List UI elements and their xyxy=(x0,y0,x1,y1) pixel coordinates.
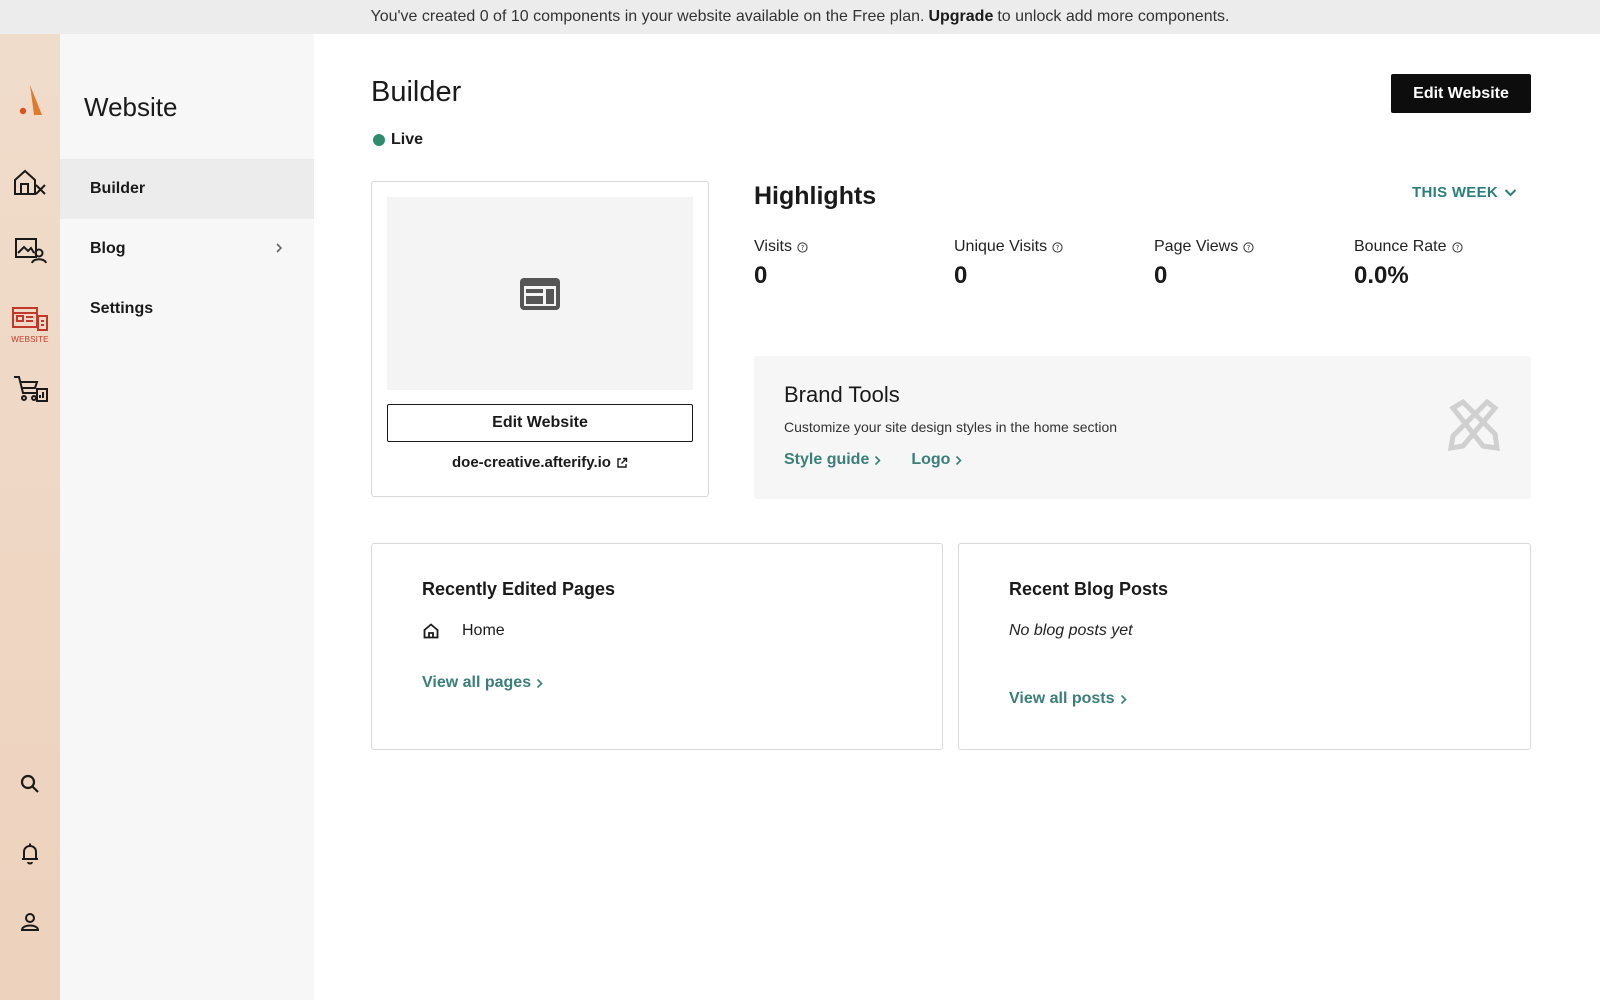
logo-link[interactable]: Logo xyxy=(911,451,963,469)
status-label: Live xyxy=(391,131,424,148)
metric-visits: Visits ? 0 xyxy=(754,238,934,290)
recent-posts-panel: Recent Blog Posts No blog posts yet View… xyxy=(958,543,1531,750)
help-icon[interactable]: ? xyxy=(1451,241,1463,253)
cart-stats-icon[interactable] xyxy=(0,368,60,408)
sidebar-item-label: Settings xyxy=(90,300,154,317)
metric-unique-visits: Unique Visits ? 0 xyxy=(954,238,1134,290)
period-dropdown[interactable]: THIS WEEK xyxy=(1412,184,1517,201)
svg-text:?: ? xyxy=(801,244,805,252)
sidebar-item-label: Blog xyxy=(90,240,126,257)
svg-text:?: ? xyxy=(1056,244,1060,252)
help-icon[interactable]: ? xyxy=(797,241,808,253)
chevron-right-icon xyxy=(956,455,963,465)
period-label: THIS WEEK xyxy=(1412,184,1499,201)
metric-value: 0 xyxy=(754,262,768,289)
list-item[interactable]: Home xyxy=(422,622,505,640)
upgrade-link[interactable]: Upgrade xyxy=(928,8,993,26)
edit-website-button[interactable]: Edit Website xyxy=(1391,74,1531,113)
style-guide-link[interactable]: Style guide xyxy=(784,451,881,469)
design-tools-icon xyxy=(1447,398,1500,452)
brand-tools-card: Brand Tools Customize your site design s… xyxy=(754,356,1531,499)
site-preview-card: Edit Website doe-creative.afterify.io xyxy=(371,181,709,497)
metric-value: 0.0% xyxy=(1354,262,1409,289)
home-icon xyxy=(423,623,439,639)
sidebar-item-builder[interactable]: Builder xyxy=(60,159,314,219)
metric-page-views: Page Views ? 0 xyxy=(1154,238,1334,290)
chevron-right-icon xyxy=(875,455,881,465)
svg-text:?: ? xyxy=(1247,244,1251,252)
metric-label: Visits xyxy=(754,238,792,255)
recent-pages-title: Recently Edited Pages xyxy=(422,579,616,599)
website-nav-item[interactable]: WEBSITE xyxy=(0,302,60,348)
svg-text:?: ? xyxy=(1455,244,1459,252)
chevron-right-icon xyxy=(537,678,543,688)
website-caption: WEBSITE xyxy=(11,335,49,344)
section-title: Website xyxy=(84,92,178,122)
view-all-posts-link[interactable]: View all posts xyxy=(1009,690,1127,708)
website-layout-icon xyxy=(520,277,560,310)
metric-label: Unique Visits xyxy=(954,238,1048,255)
chevron-right-icon xyxy=(276,243,283,253)
metric-value: 0 xyxy=(954,262,968,289)
media-user-icon[interactable] xyxy=(0,230,60,270)
empty-posts-message: No blog posts yet xyxy=(1009,622,1133,639)
link-label: View all pages xyxy=(422,674,532,691)
page-title: Builder xyxy=(371,76,462,108)
website-icon xyxy=(12,307,48,331)
highlights-title: Highlights xyxy=(754,182,877,210)
link-label: Logo xyxy=(911,451,951,468)
sidebar-item-blog[interactable]: Blog xyxy=(60,219,314,279)
help-icon[interactable]: ? xyxy=(1243,241,1254,253)
banner-suffix: to unlock add more components. xyxy=(997,8,1230,25)
chevron-down-icon xyxy=(1504,189,1517,197)
site-url-text: doe-creative.afterify.io xyxy=(452,454,611,471)
site-url-link[interactable]: doe-creative.afterify.io xyxy=(372,454,708,471)
banner-text: You've created 0 of 10 components in you… xyxy=(370,8,925,25)
app-rail: WEBSITE xyxy=(0,34,60,1000)
external-link-icon xyxy=(617,457,628,468)
live-dot-icon xyxy=(373,134,385,146)
preview-edit-website-button[interactable]: Edit Website xyxy=(387,404,693,442)
main-content: Builder Live Edit Website Edit Website d… xyxy=(314,34,1600,1000)
sidebar-item-settings[interactable]: Settings xyxy=(60,279,314,339)
metric-label: Bounce Rate xyxy=(1354,238,1447,255)
page-name: Home xyxy=(462,622,505,639)
section-sidebar: Website Builder Blog Settings xyxy=(60,34,314,1000)
help-icon[interactable]: ? xyxy=(1052,241,1063,253)
view-all-pages-link[interactable]: View all pages xyxy=(422,674,543,692)
site-thumbnail[interactable] xyxy=(387,197,693,390)
home-tools-icon[interactable] xyxy=(0,162,60,202)
link-label: View all posts xyxy=(1009,690,1115,707)
recent-pages-panel: Recently Edited Pages Home View all page… xyxy=(371,543,943,750)
bell-icon[interactable] xyxy=(0,834,60,874)
brand-tools-title: Brand Tools xyxy=(784,382,900,407)
status-badge: Live xyxy=(373,131,423,149)
chevron-right-icon xyxy=(1120,694,1127,704)
plan-banner: You've created 0 of 10 components in you… xyxy=(0,0,1600,34)
user-icon[interactable] xyxy=(0,902,60,942)
metric-label: Page Views xyxy=(1154,238,1239,255)
metric-value: 0 xyxy=(1154,262,1168,289)
recent-posts-title: Recent Blog Posts xyxy=(1009,579,1169,599)
search-icon[interactable] xyxy=(0,764,60,804)
sidebar-item-label: Builder xyxy=(90,180,146,197)
metric-bounce-rate: Bounce Rate ? 0.0% xyxy=(1354,238,1534,290)
link-label: Style guide xyxy=(784,451,870,468)
logo-icon[interactable] xyxy=(0,82,60,118)
brand-tools-description: Customize your site design styles in the… xyxy=(784,419,1118,435)
